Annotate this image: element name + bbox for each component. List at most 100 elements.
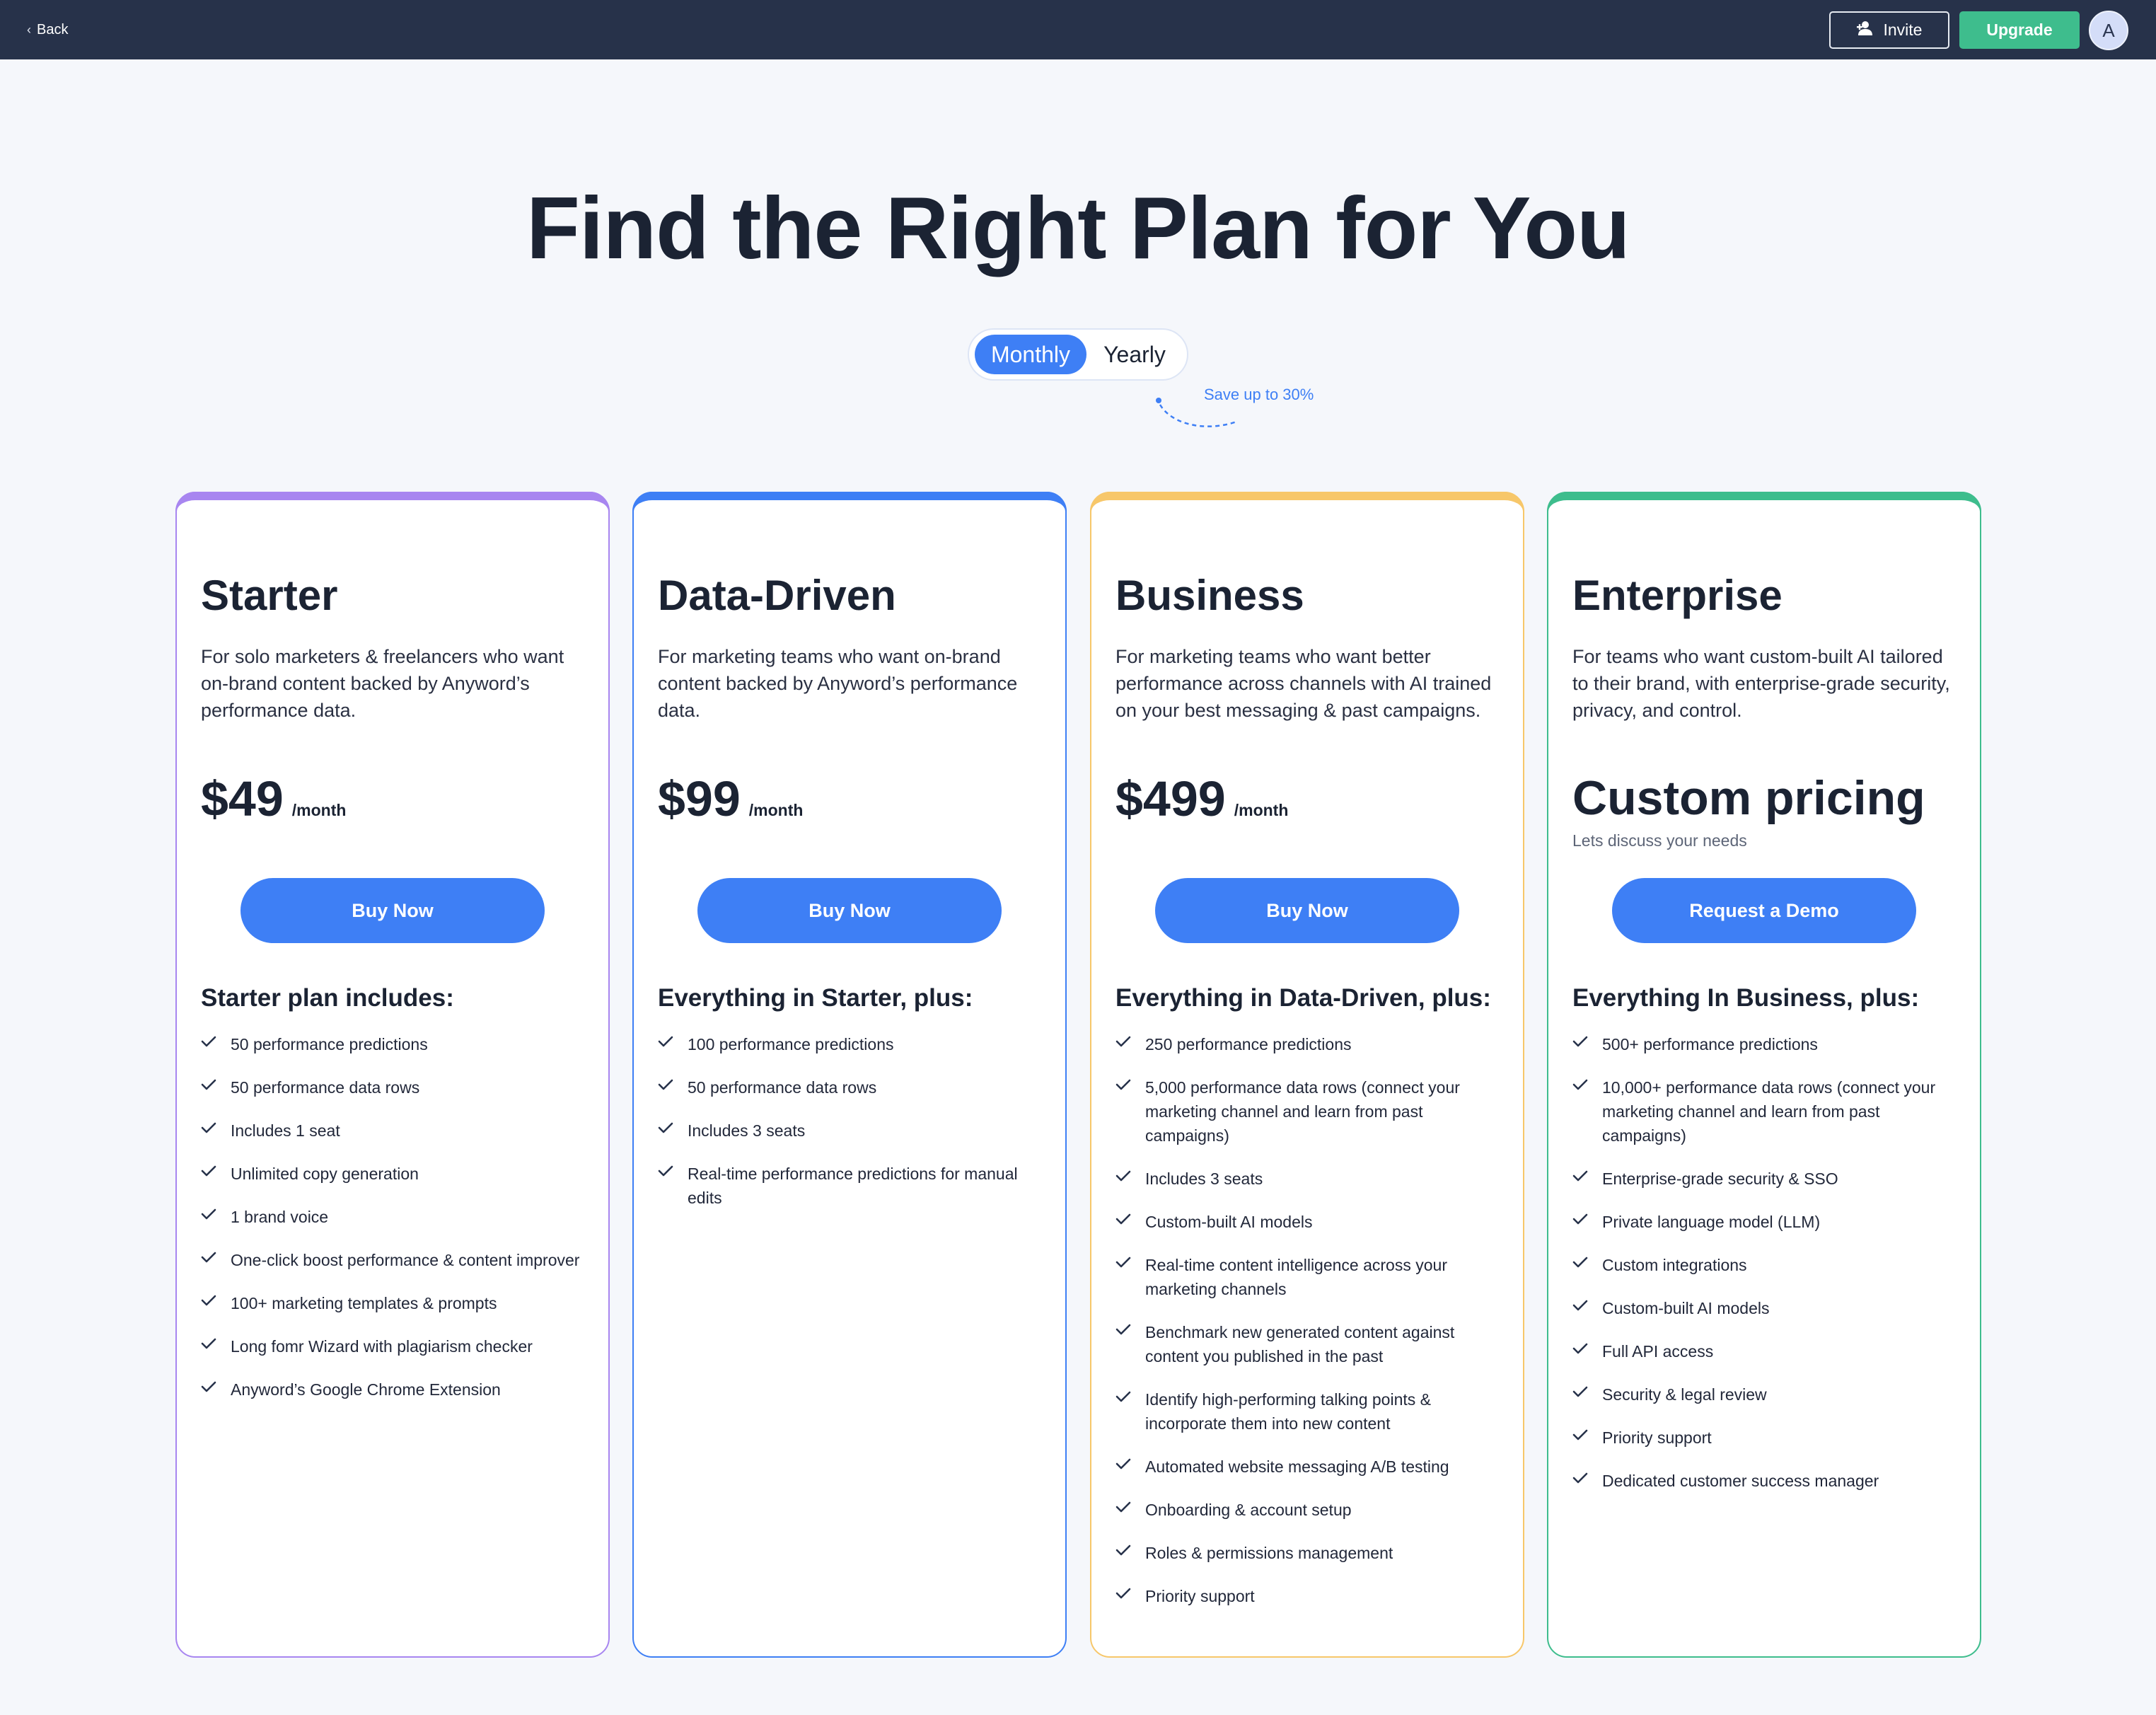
feature-item: Anyword’s Google Chrome Extension [201, 1378, 589, 1402]
feature-text: Benchmark new generated content against … [1145, 1323, 1455, 1365]
back-label: Back [37, 21, 69, 37]
back-link[interactable]: ‹ Back [27, 0, 68, 59]
check-icon [1115, 1075, 1132, 1148]
check-icon [201, 1075, 218, 1099]
feature-item: Onboarding & account setup [1115, 1498, 1503, 1522]
price-row: $49 /month [201, 770, 346, 827]
check-icon [201, 1378, 218, 1402]
feature-item: 500+ performance predictions [1572, 1032, 1960, 1056]
feature-text: Long fomr Wizard with plagiarism checker [231, 1337, 533, 1356]
feature-item: Includes 3 seats [658, 1119, 1045, 1143]
price-amount: $99 [658, 771, 741, 826]
check-icon [201, 1248, 218, 1272]
feature-text: 1 brand voice [231, 1208, 329, 1226]
invite-button[interactable]: Invite [1829, 11, 1949, 49]
feature-text: Security & legal review [1602, 1385, 1767, 1404]
plan-description: For solo marketers & freelancers who wan… [201, 646, 564, 721]
feature-item: Security & legal review [1572, 1382, 1960, 1407]
feature-item: Real-time performance predictions for ma… [658, 1162, 1045, 1210]
upgrade-button[interactable]: Upgrade [1959, 11, 2080, 49]
price-unit: /month [748, 801, 804, 819]
feature-item: Custom integrations [1572, 1253, 1960, 1277]
card-accent-bar [175, 492, 610, 512]
avatar[interactable]: A [2089, 11, 2128, 50]
check-icon [1115, 1253, 1132, 1301]
feature-text: Automated website messaging A/B testing [1145, 1457, 1449, 1476]
feature-item: Custom-built AI models [1115, 1210, 1503, 1234]
card-accent-bar [632, 492, 1067, 512]
check-icon [1572, 1210, 1589, 1234]
feature-text: Custom integrations [1602, 1256, 1747, 1274]
feature-text: 500+ performance predictions [1602, 1035, 1818, 1053]
save-note: Save up to 30% [1204, 386, 1314, 403]
feature-item: Custom-built AI models [1572, 1296, 1960, 1320]
card-accent-bar [1090, 492, 1524, 512]
feature-item: 50 performance data rows [658, 1075, 1045, 1099]
top-bar: ‹ Back Invite Upgrade A [0, 0, 2156, 59]
buy-now-button[interactable]: Buy Now [240, 878, 545, 943]
price-unit: /month [291, 801, 347, 819]
custom-price-subtext: Lets discuss your needs [1572, 831, 1747, 850]
check-icon [1115, 1498, 1132, 1522]
feature-text: Unlimited copy generation [231, 1165, 419, 1183]
check-icon [1115, 1584, 1132, 1608]
plan-card-enterprise: Enterprise For teams who want custom-buil… [1547, 492, 1981, 1658]
feature-text: 50 performance predictions [231, 1035, 428, 1053]
feature-text: Roles & permissions management [1145, 1544, 1393, 1562]
feature-text: Includes 3 seats [1145, 1170, 1263, 1188]
price-amount: $49 [201, 771, 284, 826]
feature-item: One-click boost performance & content im… [201, 1248, 589, 1272]
plan-card-data-driven: Data-Driven For marketing teams who want … [632, 492, 1067, 1658]
feature-text: 50 performance data rows [688, 1078, 877, 1097]
feature-item: 50 performance data rows [201, 1075, 589, 1099]
feature-text: 50 performance data rows [231, 1078, 420, 1097]
plan-name: Starter [201, 572, 338, 619]
feature-text: Includes 3 seats [688, 1121, 806, 1140]
card-accent-bar [1547, 492, 1981, 512]
invite-label: Invite [1883, 21, 1923, 39]
feature-item: Enterprise-grade security & SSO [1572, 1167, 1960, 1191]
check-icon [1115, 1210, 1132, 1234]
feature-item: 10,000+ performance data rows (connect y… [1572, 1075, 1960, 1148]
feature-text: Full API access [1602, 1342, 1714, 1361]
feature-item: Roles & permissions management [1115, 1541, 1503, 1565]
check-icon [1572, 1253, 1589, 1277]
buy-now-button[interactable]: Buy Now [1155, 878, 1459, 943]
feature-text: Identify high-performing talking points … [1145, 1390, 1431, 1433]
feature-text: Custom-built AI models [1602, 1299, 1770, 1317]
check-icon [658, 1032, 675, 1056]
price-row: $99 /month [658, 770, 803, 827]
toggle-yearly[interactable]: Yearly [1086, 335, 1183, 374]
check-icon [1115, 1167, 1132, 1191]
feature-list: 500+ performance predictions 10,000+ per… [1572, 1032, 1960, 1512]
feature-item: Includes 1 seat [201, 1119, 589, 1143]
feature-text: Real-time content intelligence across yo… [1145, 1256, 1447, 1298]
check-icon [1115, 1387, 1132, 1436]
feature-text: 5,000 performance data rows (connect you… [1145, 1078, 1460, 1145]
check-icon [1572, 1075, 1589, 1148]
feature-item: Unlimited copy generation [201, 1162, 589, 1186]
check-icon [658, 1075, 675, 1099]
check-icon [1572, 1032, 1589, 1056]
feature-list: 100 performance predictions 50 performan… [658, 1032, 1045, 1229]
feature-text: Onboarding & account setup [1145, 1501, 1352, 1519]
features-heading: Everything In Business, plus: [1572, 984, 1920, 1012]
request-demo-button[interactable]: Request a Demo [1612, 878, 1916, 943]
chevron-left-icon: ‹ [27, 22, 31, 37]
feature-text: Dedicated customer success manager [1602, 1472, 1879, 1490]
toggle-monthly[interactable]: Monthly [975, 335, 1086, 374]
check-icon [1572, 1426, 1589, 1450]
feature-text: 10,000+ performance data rows (connect y… [1602, 1078, 1936, 1145]
buy-now-button[interactable]: Buy Now [697, 878, 1002, 943]
feature-text: Real-time performance predictions for ma… [688, 1165, 1018, 1207]
feature-text: Anyword’s Google Chrome Extension [231, 1380, 501, 1399]
check-icon [1115, 1320, 1132, 1368]
feature-item: Long fomr Wizard with plagiarism checker [201, 1334, 589, 1358]
check-icon [1115, 1541, 1132, 1565]
check-icon [1115, 1032, 1132, 1056]
feature-item: 1 brand voice [201, 1205, 589, 1229]
feature-text: 250 performance predictions [1145, 1035, 1352, 1053]
plan-card-starter: Starter For solo marketers & freelancers … [175, 492, 610, 1658]
plan-name: Business [1115, 572, 1304, 619]
plan-description: For marketing teams who want better perf… [1115, 646, 1492, 721]
